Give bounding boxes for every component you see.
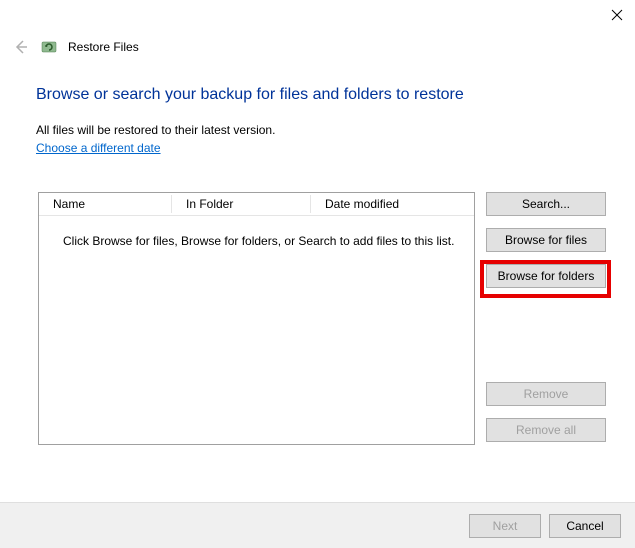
page-heading: Browse or search your backup for files a…: [36, 86, 464, 104]
browse-files-button[interactable]: Browse for files: [486, 228, 606, 252]
back-arrow-icon[interactable]: [12, 38, 30, 56]
version-subtext: All files will be restored to their late…: [36, 123, 275, 137]
column-name[interactable]: Name: [39, 193, 171, 215]
cancel-button[interactable]: Cancel: [549, 514, 621, 538]
choose-date-link[interactable]: Choose a different date: [36, 141, 161, 155]
remove-all-button: Remove all: [486, 418, 606, 442]
column-folder[interactable]: In Folder: [172, 193, 310, 215]
search-button[interactable]: Search...: [486, 192, 606, 216]
header-bar: Restore Files: [12, 38, 139, 56]
footer-bar: Next Cancel: [0, 502, 635, 548]
remove-button: Remove: [486, 382, 606, 406]
restore-files-icon: [40, 38, 58, 56]
empty-list-text: Click Browse for files, Browse for folde…: [39, 216, 474, 248]
button-spacer: [486, 300, 608, 382]
window-title: Restore Files: [68, 40, 139, 54]
file-list: Name In Folder Date modified Click Brows…: [38, 192, 475, 445]
next-button: Next: [469, 514, 541, 538]
column-date[interactable]: Date modified: [311, 193, 461, 215]
close-icon[interactable]: [611, 8, 623, 25]
list-header: Name In Folder Date modified: [39, 193, 474, 216]
browse-folders-button[interactable]: Browse for folders: [486, 264, 606, 288]
side-button-group: Search... Browse for files Browse for fo…: [486, 192, 608, 454]
